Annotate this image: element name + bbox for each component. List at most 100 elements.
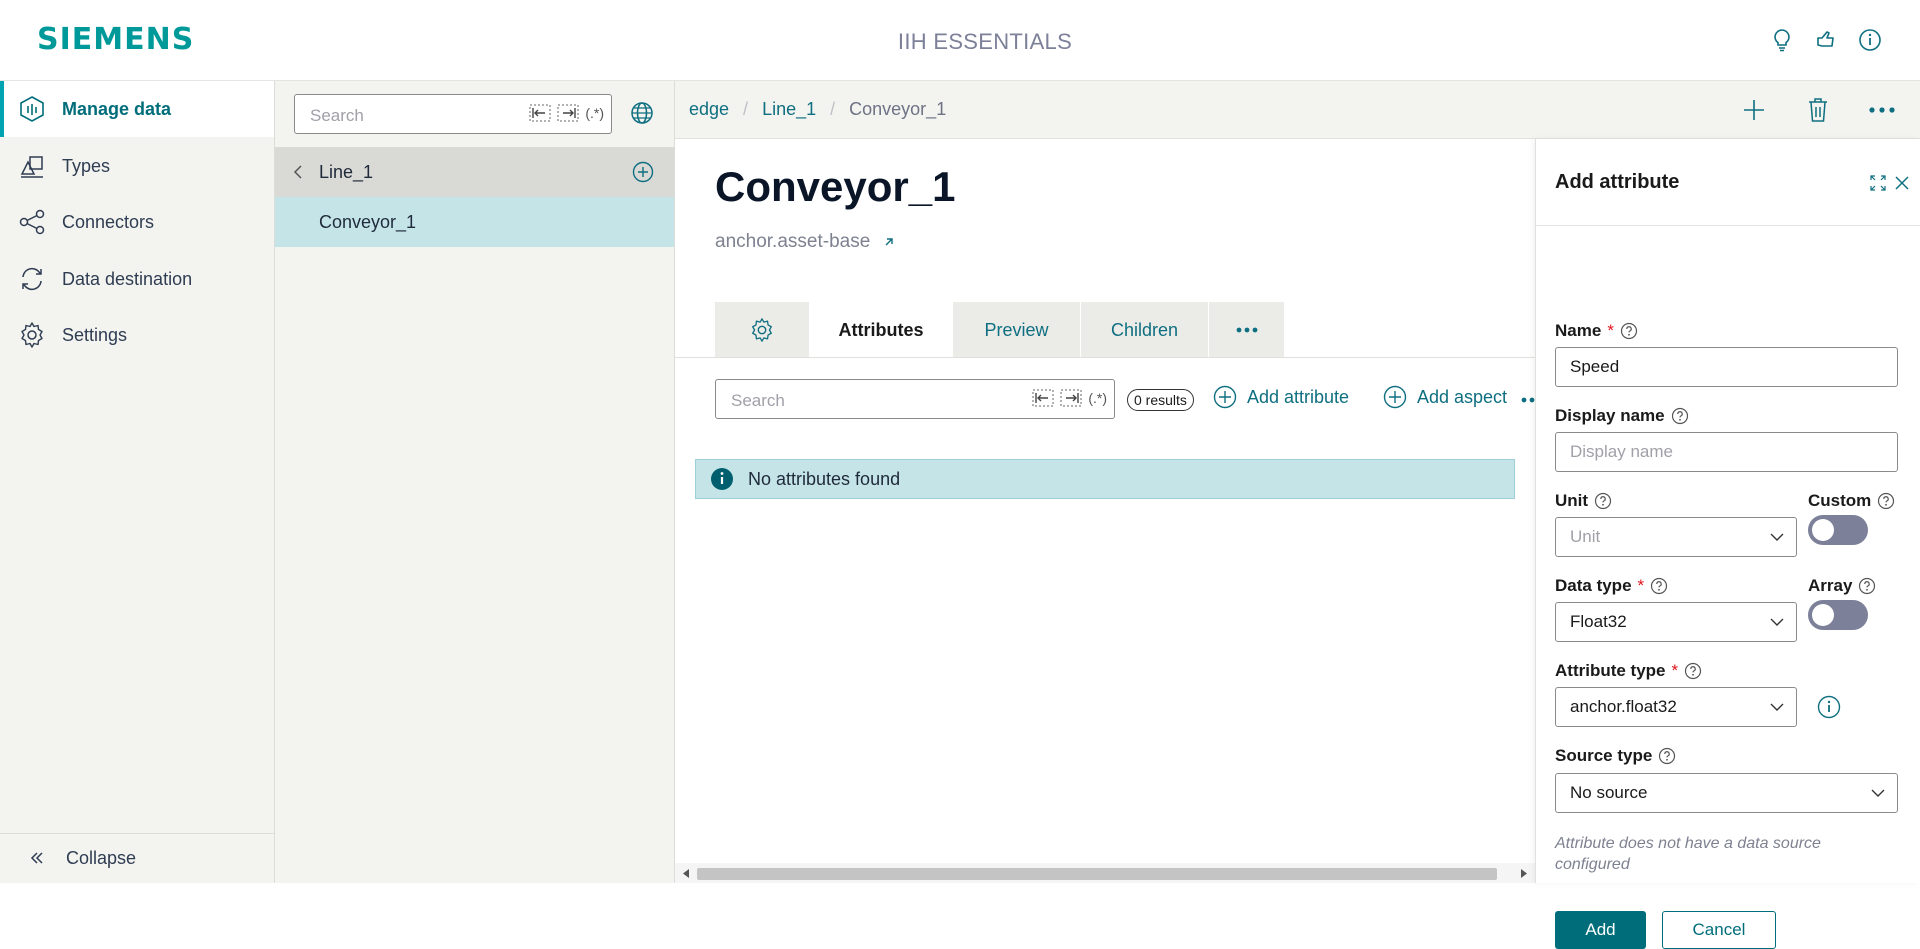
help-icon[interactable] — [1877, 492, 1895, 510]
data-type-select[interactable]: Float32 — [1555, 602, 1797, 642]
add-attribute-button[interactable]: Add attribute — [1213, 385, 1349, 409]
add-icon[interactable] — [1740, 96, 1768, 124]
empty-state-banner: No attributes found — [695, 459, 1515, 499]
left-navigation: Manage data Types Connectors Data destin… — [0, 81, 275, 883]
array-toggle[interactable] — [1808, 600, 1868, 630]
custom-label: Custom — [1808, 491, 1895, 511]
feedback-icon[interactable] — [1814, 26, 1838, 54]
breadcrumb-bar: edge / Line_1 / Conveyor_1 — [675, 81, 1920, 139]
asset-tree-panel: Search (.*) Line_1 Conveyor_1 — [275, 81, 675, 883]
help-icon[interactable] — [1620, 322, 1638, 340]
globe-icon[interactable] — [630, 101, 654, 125]
search-placeholder: Search — [731, 391, 785, 410]
asset-content: Conveyor_1 anchor.asset-base Attributes … — [675, 139, 1535, 883]
close-icon[interactable] — [1894, 175, 1910, 191]
help-icon[interactable] — [1658, 747, 1676, 765]
custom-toggle[interactable] — [1808, 515, 1868, 545]
share-nodes-icon — [18, 208, 46, 236]
required-marker: * — [1607, 321, 1614, 340]
attribute-type-select[interactable]: anchor.float32 — [1555, 687, 1797, 727]
attribute-type-value: anchor.float32 — [1570, 697, 1677, 716]
nav-item-data-destination[interactable]: Data destination — [0, 251, 274, 307]
nav-item-connectors[interactable]: Connectors — [0, 194, 274, 250]
attribute-type-label-text: Attribute type — [1555, 661, 1666, 680]
attribute-search-input[interactable]: Search (.*) — [715, 379, 1115, 419]
help-icon[interactable] — [1650, 577, 1668, 595]
help-icon[interactable] — [1858, 577, 1876, 595]
tree-node-line-1[interactable]: Line_1 — [275, 147, 674, 197]
tab-settings[interactable] — [715, 302, 810, 358]
manage-data-icon — [18, 95, 46, 123]
tab-children[interactable]: Children — [1081, 302, 1209, 358]
tab-more[interactable] — [1209, 302, 1285, 358]
tree-search-input[interactable]: Search (.*) — [294, 94, 612, 134]
match-end-icon[interactable] — [1060, 389, 1082, 407]
chevron-down-icon — [1770, 533, 1784, 541]
tree-node-label: Line_1 — [319, 161, 374, 182]
custom-label-text: Custom — [1808, 491, 1872, 510]
add-child-icon[interactable] — [632, 161, 654, 183]
lightbulb-icon[interactable] — [1770, 26, 1794, 54]
tree-node-conveyor-1[interactable]: Conveyor_1 — [275, 197, 674, 247]
match-start-icon[interactable] — [529, 104, 551, 122]
unit-select[interactable]: Unit — [1555, 517, 1797, 557]
required-marker: * — [1637, 576, 1645, 595]
regex-toggle[interactable]: (.*) — [585, 105, 604, 121]
breadcrumb: edge / Line_1 / Conveyor_1 — [689, 99, 946, 120]
collapse-label: Collapse — [66, 848, 137, 868]
breadcrumb-line-1[interactable]: Line_1 — [762, 99, 816, 120]
attribute-type-label: Attribute type * — [1555, 661, 1702, 681]
source-type-select[interactable]: No source — [1555, 773, 1898, 813]
expand-icon[interactable] — [1870, 175, 1886, 191]
source-type-value: No source — [1570, 783, 1648, 802]
app-title: IIH ESSENTIALS — [897, 29, 1073, 54]
gear-icon — [18, 321, 46, 349]
breadcrumb-edge[interactable]: edge — [689, 99, 729, 120]
display-name-label-text: Display name — [1555, 406, 1665, 425]
add-button[interactable]: Add — [1555, 911, 1646, 949]
nav-label: Settings — [62, 324, 128, 345]
nav-label: Data destination — [62, 268, 193, 289]
name-field[interactable]: Speed — [1555, 347, 1898, 387]
match-end-icon[interactable] — [557, 104, 579, 122]
cancel-button[interactable]: Cancel — [1662, 911, 1776, 949]
asset-type-link[interactable]: anchor.asset-base — [715, 231, 894, 253]
nav-item-types[interactable]: Types — [0, 138, 274, 194]
collapse-button[interactable]: Collapse — [0, 833, 274, 883]
chevron-down-icon — [1871, 789, 1885, 797]
more-actions-icon[interactable] — [1521, 397, 1535, 403]
add-attribute-panel: Add attribute Name * Speed Display name … — [1535, 139, 1920, 949]
unit-placeholder: Unit — [1570, 527, 1601, 546]
regex-toggle[interactable]: (.*) — [1088, 390, 1107, 406]
horizontal-scrollbar[interactable] — [675, 863, 1535, 883]
add-circle-icon — [1213, 385, 1237, 409]
tab-preview[interactable]: Preview — [953, 302, 1081, 358]
panel-title: Add attribute — [1555, 171, 1680, 193]
data-type-label: Data type * — [1555, 576, 1668, 596]
required-marker: * — [1671, 661, 1679, 680]
trash-icon[interactable] — [1804, 96, 1832, 124]
nav-item-settings[interactable]: Settings — [0, 307, 274, 363]
nav-item-manage-data[interactable]: Manage data — [0, 81, 274, 137]
scrollbar-thumb[interactable] — [697, 868, 1497, 880]
add-aspect-button[interactable]: Add aspect — [1383, 385, 1507, 409]
breadcrumb-separator: / — [743, 99, 749, 119]
match-start-icon[interactable] — [1032, 389, 1054, 407]
attribute-type-info-icon[interactable] — [1817, 695, 1841, 719]
unit-label-text: Unit — [1555, 491, 1589, 510]
source-hint: Attribute does not have a data source co… — [1555, 835, 1821, 873]
chevron-down-icon — [1770, 703, 1784, 711]
scroll-left-icon[interactable] — [683, 869, 689, 878]
display-name-field[interactable]: Display name — [1555, 432, 1898, 472]
tab-attributes[interactable]: Attributes — [810, 302, 953, 358]
more-options-icon[interactable] — [1868, 96, 1896, 124]
search-placeholder: Search — [310, 106, 364, 125]
top-header: SIEMENS IIH ESSENTIALS — [0, 0, 1920, 81]
help-icon[interactable] — [1671, 407, 1689, 425]
help-icon[interactable] — [1594, 492, 1612, 510]
help-icon[interactable] — [1684, 662, 1702, 680]
tab-bar: Attributes Preview Children — [715, 302, 1285, 358]
chevron-left-icon[interactable] — [293, 165, 303, 179]
scroll-right-icon[interactable] — [1521, 869, 1527, 878]
info-icon[interactable] — [1858, 26, 1882, 54]
